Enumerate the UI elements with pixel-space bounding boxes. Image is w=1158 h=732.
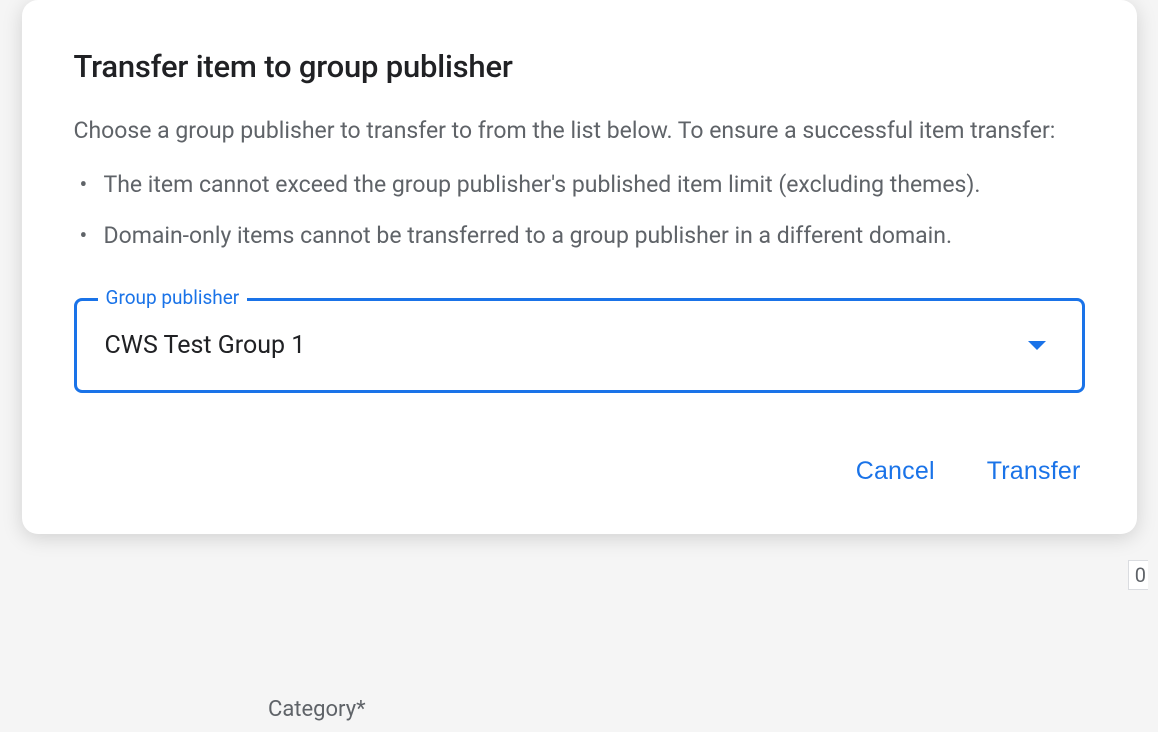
modal-requirement-list: The item cannot exceed the group publish… (74, 167, 1085, 254)
modal-overlay: Transfer item to group publisher Choose … (0, 0, 1158, 732)
chevron-down-icon (1028, 341, 1046, 350)
select-label: Group publisher (98, 286, 248, 309)
modal-description: Choose a group publisher to transfer to … (74, 113, 1085, 149)
group-publisher-select-wrapper: Group publisher CWS Test Group 1 (74, 298, 1085, 393)
list-item: Domain-only items cannot be transferred … (74, 218, 1085, 254)
list-item: The item cannot exceed the group publish… (74, 167, 1085, 203)
modal-actions: Cancel Transfer (74, 449, 1085, 494)
select-value: CWS Test Group 1 (105, 331, 306, 360)
cancel-button[interactable]: Cancel (852, 449, 939, 494)
transfer-button[interactable]: Transfer (983, 449, 1085, 494)
modal-title: Transfer item to group publisher (74, 48, 1085, 85)
transfer-modal: Transfer item to group publisher Choose … (22, 0, 1137, 534)
group-publisher-select[interactable]: CWS Test Group 1 (74, 298, 1085, 393)
